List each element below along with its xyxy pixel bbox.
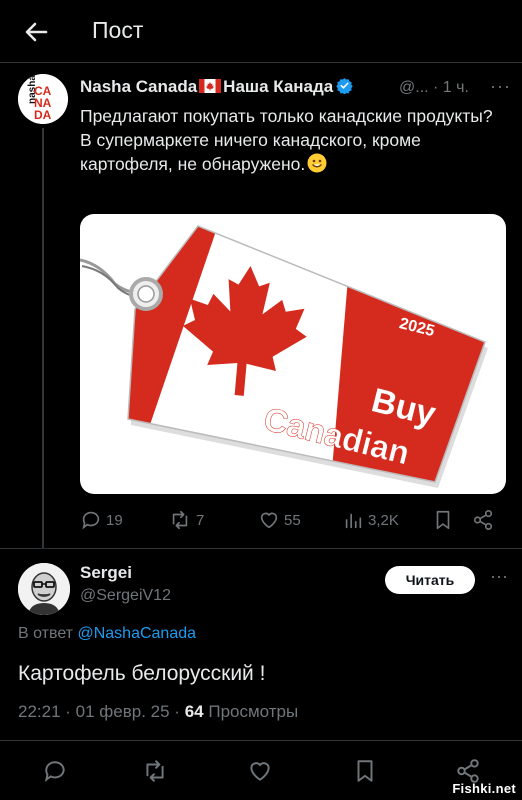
reply-count: 19 <box>106 511 123 529</box>
reply-to-label: В ответ <box>18 625 74 642</box>
bottom-action-bar <box>0 742 522 800</box>
reply-icon <box>82 511 100 530</box>
nasha-canada-logo: nasha CA NA DA <box>18 74 68 124</box>
repost-button[interactable]: 7 <box>168 508 204 532</box>
bottom-divider <box>0 740 522 741</box>
reply-text: Картофель белорусский ! <box>18 662 266 685</box>
share-icon <box>473 510 493 530</box>
header-divider <box>0 62 522 63</box>
heart-icon <box>260 512 278 529</box>
author-name: Nasha Canada <box>80 77 198 96</box>
follow-button[interactable]: Читать <box>385 566 475 594</box>
svg-text:DA: DA <box>34 108 52 122</box>
reply-button[interactable]: 19 <box>80 508 123 532</box>
post-author[interactable]: Nasha Canada Наша Канада <box>80 77 353 97</box>
reply-views-count: 64 <box>184 702 204 721</box>
views-count: 3,2K <box>368 511 399 529</box>
heart-icon[interactable] <box>247 758 273 784</box>
avatar[interactable]: nasha CA NA DA <box>18 74 68 124</box>
post-actions: 19 7 55 3,2K <box>80 508 500 532</box>
arrow-left-icon[interactable] <box>20 16 52 48</box>
repost-icon[interactable] <box>142 758 168 784</box>
reply-author-handle[interactable]: @SergeiV12 <box>80 587 171 605</box>
reply-meta: 22:21 · 01 февр. 25 · 64 Просмотры <box>18 702 298 722</box>
reply-views-label: Просмотры <box>208 702 299 721</box>
canada-flag-icon <box>199 79 222 93</box>
bookmark-button[interactable] <box>432 508 458 532</box>
buy-canadian-tag-illustration: February 1, 2025 Buy Canadian <box>80 225 488 488</box>
reply-author-name[interactable]: Sergei <box>80 563 132 583</box>
bookmark-icon[interactable] <box>352 758 378 784</box>
repost-icon <box>172 510 188 530</box>
smile-emoji-icon <box>307 153 327 173</box>
post-time: · 1 ч. <box>433 79 469 96</box>
post-line: Предлагают покупать только канадские про… <box>80 106 493 126</box>
post-line: В супермаркете ничего канадского, кроме … <box>80 130 421 174</box>
more-options-icon[interactable]: ··· <box>490 566 508 587</box>
more-options-icon[interactable]: ··· <box>490 76 511 97</box>
bookmark-icon <box>436 510 450 530</box>
reply-to-line: В ответ @NashaCanada <box>18 625 196 643</box>
post-image[interactable]: February 1, 2025 Buy Canadian <box>80 214 506 494</box>
reply-icon[interactable] <box>42 758 68 784</box>
repost-count: 7 <box>196 511 205 529</box>
thread-line <box>42 128 44 548</box>
views-button[interactable]: 3,2K <box>342 508 399 532</box>
like-button[interactable]: 55 <box>258 508 301 532</box>
post-handle-time[interactable]: @... · 1 ч. <box>399 79 469 97</box>
share-button[interactable] <box>472 508 498 532</box>
sergei-avatar-image <box>18 563 70 615</box>
verified-badge-icon <box>336 78 353 94</box>
like-count: 55 <box>284 511 301 529</box>
post-text: Предлагают покупать только канадские про… <box>80 104 500 176</box>
avatar[interactable] <box>18 563 70 615</box>
top-bar: Пост <box>0 0 522 62</box>
author-handle: @... <box>399 79 429 96</box>
watermark: Fishki.net <box>452 781 516 796</box>
bar-chart-icon <box>345 513 362 529</box>
reply-timestamp: 22:21 · 01 февр. 25 · <box>18 702 180 721</box>
post-divider <box>0 548 522 549</box>
page-title: Пост <box>92 17 144 43</box>
reply-to-mention-link[interactable]: @NashaCanada <box>77 625 196 642</box>
author-name-ru: Наша Канада <box>223 77 334 96</box>
